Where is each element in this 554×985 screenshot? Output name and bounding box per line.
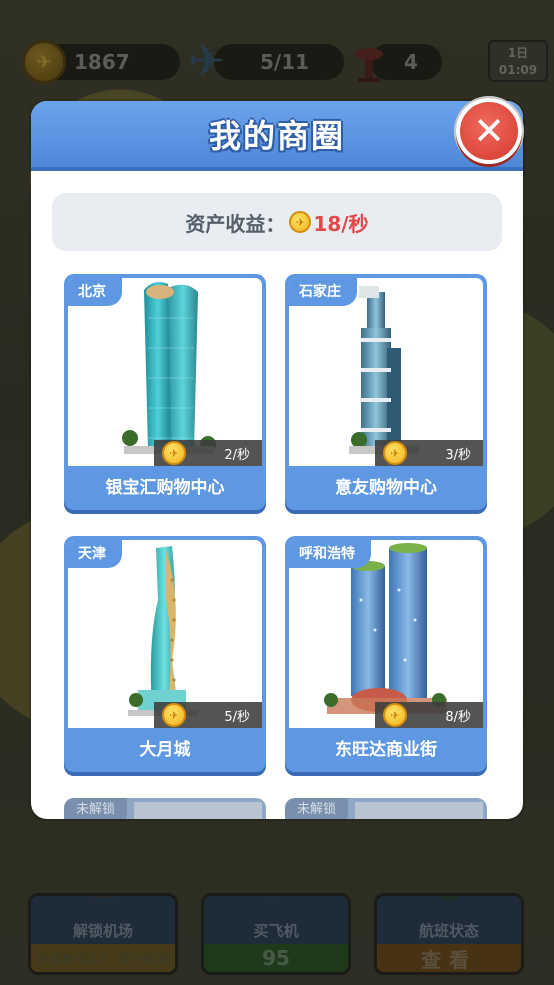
close-button[interactable]: ✕	[456, 98, 522, 164]
close-icon: ✕	[473, 109, 505, 153]
coin-icon	[383, 703, 407, 727]
income-value: 18/秒	[313, 211, 369, 236]
modal-header: 我的商圈	[31, 101, 523, 171]
asset-income-bar: 资产收益： 18/秒	[52, 193, 502, 251]
building-card[interactable]: 北京 2/秒 银宝汇购物中心	[64, 274, 266, 510]
twin-tower-building-icon	[122, 282, 216, 454]
modal-title: 我的商圈	[208, 117, 345, 155]
building-card[interactable]: 天津 5/秒 大月城	[64, 536, 266, 772]
building-image: 石家庄 3/秒	[289, 278, 483, 466]
income-rate-tag: 3/秒	[375, 440, 483, 466]
coin-icon	[162, 441, 186, 465]
building-name: 意友购物中心	[335, 478, 437, 498]
income-rate-tag: 5/秒	[154, 702, 262, 728]
income-rate: 3/秒	[445, 447, 471, 463]
city-tag: 北京	[68, 278, 122, 306]
building-image: 天津 5/秒	[68, 540, 262, 728]
locked-building-card[interactable]: 未解锁	[64, 798, 266, 819]
locked-building-image	[355, 802, 483, 819]
twisted-tower-building-icon	[128, 546, 198, 716]
coin-icon	[383, 441, 407, 465]
income-label: 资产收益：	[185, 211, 286, 236]
building-name: 大月城	[139, 740, 191, 760]
locked-label: 未解锁	[285, 798, 349, 819]
locked-building-card[interactable]: 未解锁	[285, 798, 487, 819]
stepped-tower-building-icon	[349, 286, 419, 454]
building-image: 北京 2/秒	[68, 278, 262, 466]
building-name: 东旺达商业街	[335, 740, 437, 760]
building-card[interactable]: 呼和浩特 8/秒 东旺达商业街	[285, 536, 487, 772]
coin-icon	[162, 703, 186, 727]
building-name: 银宝汇购物中心	[105, 478, 225, 498]
locked-label: 未解锁	[64, 798, 128, 819]
locked-building-image	[134, 802, 262, 819]
city-tag: 呼和浩特	[289, 540, 371, 568]
income-rate-tag: 8/秒	[375, 702, 483, 728]
city-tag: 石家庄	[289, 278, 357, 306]
income-rate: 5/秒	[224, 709, 250, 725]
coin-icon	[289, 211, 312, 233]
building-card[interactable]: 石家庄 3/秒 意友购物中心	[285, 274, 487, 510]
income-rate: 8/秒	[445, 709, 471, 725]
income-rate: 2/秒	[224, 447, 250, 463]
business-district-modal: 我的商圈 资产收益： 18/秒 北京	[31, 101, 523, 819]
building-image: 呼和浩特 8/秒	[289, 540, 483, 728]
income-rate-tag: 2/秒	[154, 440, 262, 466]
city-tag: 天津	[68, 540, 122, 568]
twin-glass-towers-building-icon	[324, 543, 447, 714]
